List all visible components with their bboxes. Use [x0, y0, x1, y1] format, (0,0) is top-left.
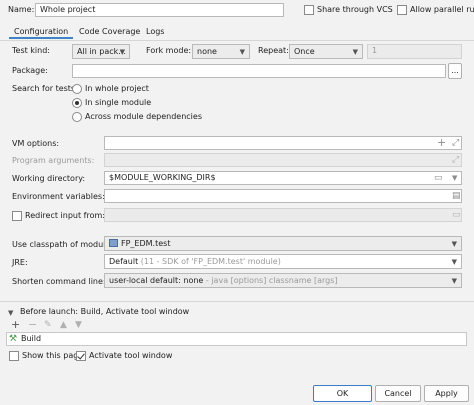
program-args-label: Program arguments: — [12, 156, 95, 165]
package-input[interactable] — [72, 64, 446, 78]
show-page-label: Show this page — [22, 351, 84, 360]
redirect-input-checkbox[interactable] — [12, 211, 22, 221]
add-icon[interactable]: + — [11, 319, 20, 331]
chevron-down-icon: ▼ — [352, 48, 358, 56]
shorten-select[interactable]: user-local default: none - java [options… — [104, 273, 462, 288]
expand-icon[interactable]: ⤢ — [452, 154, 459, 166]
name-input[interactable]: Whole project — [35, 3, 284, 17]
repeat-select[interactable]: Once ▼ — [289, 44, 363, 59]
folder-icon[interactable]: ▭ — [452, 209, 461, 221]
radio-single-module-label: In single module — [85, 98, 152, 107]
jre-label: JRE: — [12, 258, 28, 267]
chevron-down-icon: ▼ — [451, 258, 457, 266]
vm-options-input[interactable] — [104, 136, 462, 150]
radio-whole-project-label: In whole project — [85, 84, 149, 93]
tab-logs[interactable]: Logs — [141, 24, 169, 39]
edit-pencil-icon[interactable]: ✎ — [44, 319, 52, 331]
share-vcs-checkbox[interactable] — [304, 5, 314, 15]
program-args-input[interactable] — [104, 153, 462, 167]
fork-mode-select[interactable]: none ▼ — [192, 44, 250, 59]
repeat-label: Repeat: — [258, 46, 289, 55]
activate-window-label: Activate tool window — [89, 351, 173, 360]
tab-divider — [0, 40, 474, 41]
radio-whole-project[interactable] — [72, 84, 82, 94]
before-launch-title: Before launch: Build, Activate tool wind… — [20, 307, 190, 316]
package-label: Package: — [12, 66, 48, 75]
redirect-input-field[interactable] — [104, 208, 462, 222]
chevron-down-icon: ▼ — [119, 48, 125, 56]
repeat-count-input[interactable]: 1 — [367, 44, 462, 59]
hammer-icon: ⚒ — [9, 334, 18, 344]
jre-select[interactable]: Default (11 - SDK of 'FP_EDM.test' modul… — [104, 254, 462, 269]
cancel-button[interactable]: Cancel — [375, 385, 421, 402]
move-up-icon[interactable]: ▲ — [60, 319, 67, 331]
expand-plus-icon[interactable]: + — [437, 137, 446, 149]
package-browse-button[interactable]: ... — [448, 63, 462, 79]
chevron-down-icon: ▼ — [239, 48, 245, 56]
working-dir-input[interactable]: $MODULE_WORKING_DIR$ — [104, 171, 462, 185]
remove-icon[interactable]: − — [28, 319, 37, 331]
ok-button[interactable]: OK — [313, 385, 372, 402]
parallel-run-checkbox[interactable] — [397, 5, 407, 15]
chevron-down-icon[interactable]: ▼ — [452, 172, 457, 184]
apply-button[interactable]: Apply — [424, 385, 469, 402]
classpath-label: Use classpath of module: — [12, 240, 114, 249]
redirect-input-label: Redirect input from: — [25, 211, 105, 220]
tab-code-coverage[interactable]: Code Coverage — [74, 24, 145, 39]
document-icon[interactable]: ▤ — [452, 190, 461, 202]
list-item[interactable]: ⚒ Build — [7, 333, 466, 345]
name-label: Name: — [8, 5, 35, 14]
parallel-run-label: Allow parallel run — [410, 5, 474, 14]
radio-single-module[interactable] — [72, 98, 82, 108]
share-vcs-label: Share through VCS — [317, 5, 393, 14]
build-item-label: Build — [21, 334, 42, 343]
working-dir-label: Working directory: — [12, 174, 86, 183]
module-icon — [109, 239, 118, 247]
expand-icon[interactable]: ⤢ — [452, 137, 459, 149]
show-page-checkbox[interactable] — [9, 351, 19, 361]
section-divider — [0, 301, 474, 302]
env-vars-label: Environment variables: — [12, 192, 105, 201]
chevron-down-icon: ▼ — [451, 277, 457, 285]
classpath-select[interactable]: FP_EDM.test ▼ — [104, 236, 462, 251]
before-launch-list: ⚒ Build — [6, 332, 467, 346]
folder-icon[interactable]: ▭ — [434, 172, 443, 184]
search-label: Search for tests: — [12, 84, 78, 93]
vm-options-label: VM options: — [12, 139, 60, 148]
env-vars-input[interactable] — [104, 189, 462, 203]
fork-mode-label: Fork mode: — [146, 46, 192, 55]
move-down-icon[interactable]: ▼ — [75, 319, 82, 331]
radio-module-dependencies-label: Across module dependencies — [85, 112, 202, 121]
activate-window-checkbox[interactable] — [76, 351, 86, 361]
test-kind-select[interactable]: All in pack... ▼ — [72, 44, 130, 59]
shorten-label: Shorten command line: — [12, 277, 106, 286]
chevron-down-icon: ▼ — [451, 240, 457, 248]
tab-configuration[interactable]: Configuration — [9, 24, 74, 39]
radio-module-dependencies[interactable] — [72, 112, 82, 122]
test-kind-label: Test kind: — [12, 46, 50, 55]
